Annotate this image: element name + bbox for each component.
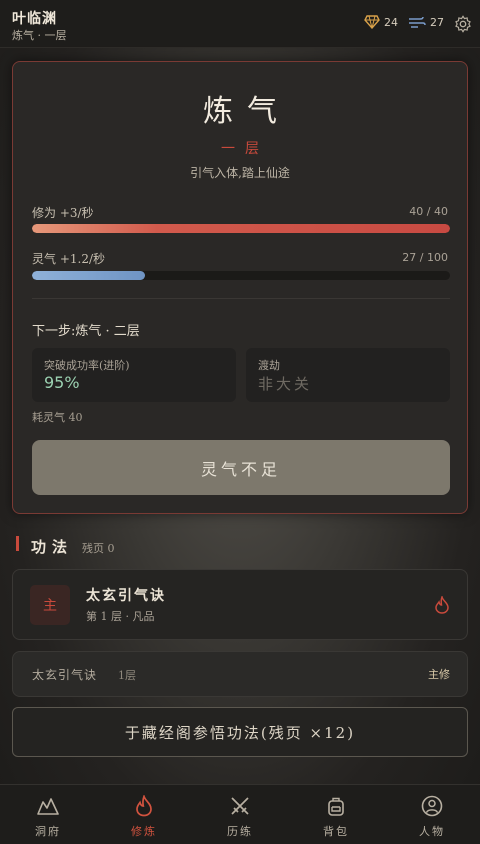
technique-row-tag: 主修 <box>428 668 450 681</box>
bottom-nav: 洞府 修炼 历练 背包 人物 <box>0 784 480 844</box>
cultivation-progress-bar <box>32 224 450 233</box>
realm-description: 引气入体,踏上仙途 <box>190 166 290 180</box>
flame-icon[interactable] <box>434 596 450 614</box>
flame-icon <box>136 795 152 817</box>
technique-row-level: 1层 <box>118 669 136 682</box>
cultivation-rate-label: 修为 +3/秒 <box>32 206 94 220</box>
section-accent <box>16 536 19 551</box>
technique-row-name: 太玄引气诀 <box>32 668 98 682</box>
tribulation-title: 渡劫 <box>258 359 280 372</box>
main-technique-meta: 第 1 层 · 凡品 <box>86 610 155 623</box>
spirit-stone-counter: 27 <box>408 15 444 29</box>
wind-icon <box>409 16 426 28</box>
main-technique-name: 太玄引气诀 <box>86 588 166 604</box>
nav-label: 修炼 <box>131 825 157 838</box>
nav-item-cultivate[interactable]: 修炼 <box>96 785 192 844</box>
backpack-icon <box>328 797 344 816</box>
person-icon <box>421 795 443 817</box>
nav-label: 背包 <box>323 825 349 838</box>
cultivation-progress-fill <box>32 224 450 233</box>
top-bar: 叶临渊 炼气 · 一层 24 27 <box>0 0 480 48</box>
main-technique-card[interactable] <box>12 569 468 640</box>
spirit-stone-count: 27 <box>430 15 444 29</box>
gem-counter: 24 <box>364 15 398 29</box>
tribulation-box: 渡劫 非大关 <box>246 348 450 402</box>
breakthrough-title: 突破成功率(进阶) <box>44 359 130 372</box>
study-technique-button[interactable]: 于藏经阁参悟功法(残页 ×12) <box>12 707 468 757</box>
fragment-count: 残页 0 <box>82 542 115 555</box>
breakthrough-button[interactable]: 灵气不足 <box>32 440 450 495</box>
spirit-cost: 耗灵气 40 <box>32 411 83 424</box>
nav-item-character[interactable]: 人物 <box>384 785 480 844</box>
crossed-swords-icon <box>231 797 249 815</box>
gem-count: 24 <box>384 15 398 29</box>
diamond-icon <box>364 15 380 29</box>
divider <box>32 298 450 299</box>
realm-layer: 一层 <box>221 141 269 157</box>
realm-title: 炼气 <box>203 94 291 129</box>
nav-label: 历练 <box>227 825 253 838</box>
spirit-value: 27 / 100 <box>402 251 448 264</box>
next-step: 下一步:炼气 · 二层 <box>32 324 140 339</box>
player-name: 叶临渊 <box>12 11 57 27</box>
spirit-progress-fill <box>32 271 145 280</box>
nav-item-adventure[interactable]: 历练 <box>192 785 288 844</box>
tribulation-value: 非大关 <box>258 375 313 393</box>
player-realm: 炼气 · 一层 <box>12 29 67 42</box>
cultivation-value: 40 / 40 <box>409 205 448 218</box>
breakthrough-rate: 95% <box>44 373 80 392</box>
spirit-progress-bar <box>32 271 450 280</box>
section-title: 功法 <box>31 538 74 556</box>
spirit-rate-label: 灵气 +1.2/秒 <box>32 252 105 266</box>
mountain-icon <box>37 798 59 815</box>
nav-label: 人物 <box>419 825 445 838</box>
nav-label: 洞府 <box>35 825 61 838</box>
nav-item-cave[interactable]: 洞府 <box>0 785 96 844</box>
gear-icon[interactable] <box>454 15 472 33</box>
nav-item-backpack[interactable]: 背包 <box>288 785 384 844</box>
main-technique-badge: 主 <box>30 585 70 625</box>
breakthrough-rate-box: 突破成功率(进阶) 95% <box>32 348 236 402</box>
